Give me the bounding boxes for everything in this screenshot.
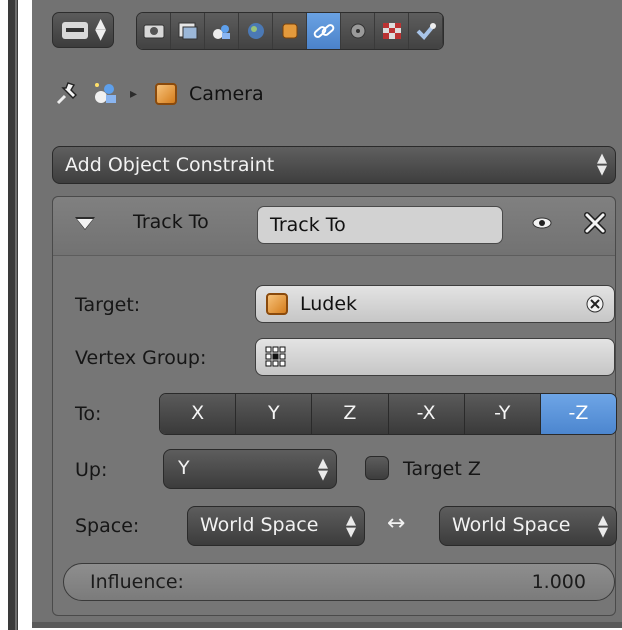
render-icon [143,24,164,39]
scene-icon [92,80,120,108]
up-label: Up: [75,459,108,481]
context-tabs [136,12,444,50]
chevron-updown-icon: ▲ ▼ [95,16,106,43]
tab-scene[interactable] [205,13,239,49]
close-icon[interactable] [583,211,607,235]
collapse-triangle-icon-fill [77,219,93,229]
owner-space-dropdown[interactable]: World Space ▲ ▼ [187,506,365,546]
world-icon [247,23,264,39]
add-object-constraint-button[interactable]: Add Object Constraint ▲ ▼ [52,146,616,184]
target-z-label: Target Z [403,458,481,480]
tab-object-constraints[interactable] [307,13,341,49]
influence-slider[interactable]: Influence: 1.000 [63,563,615,601]
modifiers-icon [350,23,365,39]
tab-modifiers[interactable] [341,13,375,49]
influence-label: Influence: [90,571,184,593]
constraint-panel: Track To Track To Target: Ludek Vertex G… [52,196,617,616]
tab-object[interactable] [273,13,307,49]
tab-physics[interactable] [409,13,443,49]
axis-neg-z-button[interactable]: -Z [540,394,616,434]
properties-editor-icon [62,22,88,39]
texture-icon [382,23,401,39]
add-object-constraint-label: Add Object Constraint [65,154,275,176]
pin-icon[interactable] [52,79,82,109]
clear-icon[interactable] [586,295,604,313]
constraint-type-label: Track To [133,211,209,233]
axis-z-button[interactable]: Z [312,394,389,434]
owner-space-value: World Space [200,514,319,536]
render-layers-icon [178,22,197,40]
target-value: Ludek [300,293,358,315]
to-label: To: [75,403,102,425]
tab-render-layers[interactable] [171,13,205,49]
chevron-updown-icon: ▲ ▼ [318,456,328,483]
influence-value: 1.000 [531,571,586,593]
up-axis-dropdown[interactable]: Y ▲ ▼ [163,449,337,489]
target-space-dropdown[interactable]: World Space ▲ ▼ [439,506,617,546]
breadcrumb: ▸ Camera [52,77,264,111]
vertex-group-field[interactable] [255,338,615,376]
chevron-updown-icon: ▲ ▼ [597,151,607,178]
axis-neg-y-button[interactable]: -Y [464,394,541,434]
object-icon [155,83,178,105]
tab-world[interactable] [239,13,273,49]
target-space-value: World Space [452,514,571,536]
object-icon [282,23,297,39]
properties-panel: ▲ ▼ ▸ Camera Add Object Constraint ▲ ▼ T… [32,0,622,628]
properties-window: ▲ ▼ ▸ Camera Add Object Constraint ▲ ▼ T… [8,0,622,630]
swap-arrows-icon: ↔ [387,511,406,536]
axis-x-button[interactable]: X [160,394,237,434]
tab-texture[interactable] [375,13,409,49]
axis-y-button[interactable]: Y [236,394,313,434]
axis-neg-x-button[interactable]: -X [388,394,465,434]
object-icon [266,293,288,315]
up-axis-value: Y [178,457,190,479]
constraint-name-field[interactable]: Track To [257,206,503,244]
target-label: Target: [75,294,141,316]
vertex-group-icon [265,346,287,368]
breadcrumb-object-name: Camera [189,83,264,105]
physics-icon [416,23,436,40]
tab-render[interactable] [137,13,171,49]
constraint-header: Track To Track To [53,197,615,256]
target-z-checkbox[interactable] [365,456,389,480]
target-field[interactable]: Ludek [255,285,615,323]
window-border [8,0,18,630]
object-constraints-icon [313,24,334,38]
scene-icon [212,25,230,39]
editor-type-menu[interactable]: ▲ ▼ [52,12,114,48]
space-label: Space: [75,515,140,537]
to-axis-selector: X Y Z -X -Y -Z [159,393,617,435]
chevron-updown-icon: ▲ ▼ [346,513,356,540]
eye-icon[interactable] [531,213,553,233]
chevron-updown-icon: ▲ ▼ [598,513,608,540]
vertex-group-label: Vertex Group: [75,347,207,369]
chevron-right-icon: ▸ [130,86,138,102]
